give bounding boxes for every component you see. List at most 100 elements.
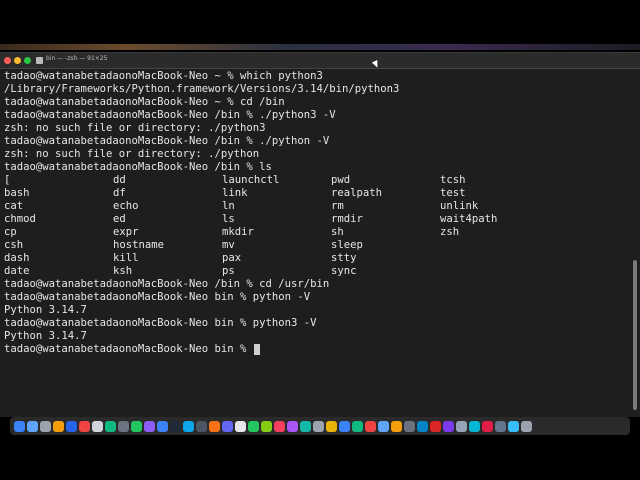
ls-entry: ls: [222, 213, 235, 225]
ls-output-row: cp expr mkdir sh zsh: [0, 226, 630, 239]
mouse-pointer-icon: [371, 60, 381, 69]
screen-bottom-bezel: [0, 436, 640, 480]
dock-app-icon[interactable]: [157, 420, 168, 432]
terminal-window[interactable]: bin — -zsh — 91×25 tadao@watanabetadaono…: [0, 52, 640, 417]
ls-entry: csh: [4, 239, 24, 251]
dock-app-icon[interactable]: [300, 420, 311, 432]
ls-entry: cp: [4, 226, 17, 238]
ls-entry: test: [440, 187, 466, 199]
scrollbar[interactable]: [632, 70, 638, 415]
dock-app-icon[interactable]: [456, 420, 467, 432]
terminal-line: Python 3.14.7: [4, 330, 87, 342]
terminal-line: zsh: no such file or directory: ./python…: [4, 122, 266, 134]
dock-app-icon[interactable]: [14, 420, 25, 432]
dock-app-icon[interactable]: [482, 420, 493, 432]
folder-icon: [36, 57, 43, 64]
dock-app-icon[interactable]: [40, 420, 51, 432]
minimize-button[interactable]: [14, 57, 21, 64]
ls-output-row: cat echo ln rm unlink: [0, 200, 630, 213]
dock-app-icon[interactable]: [469, 420, 480, 432]
dock-app-icon[interactable]: [378, 420, 389, 432]
ls-entry: rmdir: [331, 213, 363, 225]
ls-entry: hostname: [113, 239, 165, 251]
dock-app-icon[interactable]: [222, 420, 233, 432]
menu-bar: [0, 0, 640, 48]
ls-entry: sync: [331, 265, 357, 277]
dock-app-icon[interactable]: [404, 420, 415, 432]
dock-app-icon[interactable]: [365, 420, 376, 432]
dock-app-icon[interactable]: [495, 420, 506, 432]
dock-app-icon[interactable]: [92, 420, 103, 432]
ls-entry: bash: [4, 187, 30, 199]
dock-app-icon[interactable]: [521, 420, 532, 432]
dock-app-icon[interactable]: [235, 420, 246, 432]
dock-app-icon[interactable]: [27, 420, 38, 432]
close-button[interactable]: [4, 57, 11, 64]
ls-entry: ksh: [113, 265, 133, 277]
dock-app-icon[interactable]: [248, 420, 259, 432]
dock-app-icon[interactable]: [131, 420, 142, 432]
terminal-line: /Library/Frameworks/Python.framework/Ver…: [4, 83, 400, 95]
dock-app-icon[interactable]: [508, 420, 519, 432]
dock-app-icon[interactable]: [417, 420, 428, 432]
dock-app-icon[interactable]: [118, 420, 129, 432]
ls-output-row: date ksh ps sync: [0, 265, 630, 278]
dock-app-icon[interactable]: [170, 420, 181, 432]
terminal-line: zsh: no such file or directory: ./python: [4, 148, 260, 160]
terminal-line: tadao@watanabetadaonoMacBook-Neo /bin % …: [4, 161, 272, 173]
ls-entry: ln: [222, 200, 235, 212]
terminal-line: tadao@watanabetadaonoMacBook-Neo ~ % cd …: [4, 96, 285, 108]
dock-app-icon[interactable]: [144, 420, 155, 432]
ls-entry: expr: [113, 226, 139, 238]
terminal-line: tadao@watanabetadaonoMacBook-Neo bin % p…: [4, 291, 311, 303]
dock-app-icon[interactable]: [313, 420, 324, 432]
dock-app-icon[interactable]: [105, 420, 116, 432]
ls-entry: cat: [4, 200, 24, 212]
dock-app-icon[interactable]: [209, 420, 220, 432]
dock-app-icon[interactable]: [339, 420, 350, 432]
terminal-output[interactable]: tadao@watanabetadaonoMacBook-Neo ~ % whi…: [0, 70, 630, 415]
ls-output-row: [ dd launchctl pwd tcsh: [0, 174, 630, 187]
zoom-button[interactable]: [24, 57, 31, 64]
desktop-wallpaper-strip: [0, 44, 640, 50]
ls-entry: date: [4, 265, 30, 277]
dock-app-icon[interactable]: [183, 420, 194, 432]
ls-entry: kill: [113, 252, 139, 264]
dock-app-icon[interactable]: [196, 420, 207, 432]
ls-entry: echo: [113, 200, 139, 212]
scrollbar-thumb[interactable]: [633, 260, 637, 410]
dock-app-icon[interactable]: [261, 420, 272, 432]
ls-entry: realpath: [331, 187, 383, 199]
dock-app-icon[interactable]: [391, 420, 402, 432]
ls-entry: unlink: [440, 200, 479, 212]
dock-app-icon[interactable]: [66, 420, 77, 432]
dock-app-icon[interactable]: [79, 420, 90, 432]
dock-app-icon[interactable]: [53, 420, 64, 432]
terminal-line: Python 3.14.7: [4, 304, 87, 316]
ls-entry: pwd: [331, 174, 351, 186]
ls-entry: launchctl: [222, 174, 280, 186]
terminal-line: tadao@watanabetadaonoMacBook-Neo /bin % …: [4, 278, 330, 290]
ls-entry: sh: [331, 226, 344, 238]
ls-entry: ed: [113, 213, 126, 225]
dock-app-icon[interactable]: [326, 420, 337, 432]
current-prompt: tadao@watanabetadaonoMacBook-Neo bin %: [4, 343, 253, 355]
ls-entry: [440, 239, 549, 252]
window-titlebar[interactable]: bin — -zsh — 91×25: [0, 53, 640, 69]
ls-entry: sleep: [331, 239, 363, 251]
terminal-line: tadao@watanabetadaonoMacBook-Neo ~ % whi…: [4, 70, 323, 82]
dock-app-icon[interactable]: [274, 420, 285, 432]
text-cursor: [253, 344, 260, 355]
ls-entry: stty: [331, 252, 357, 264]
ls-entry: [440, 265, 549, 278]
ls-entry: link: [222, 187, 248, 199]
dock-app-icon[interactable]: [443, 420, 454, 432]
dock-app-icon[interactable]: [287, 420, 298, 432]
ls-output-row: chmod ed ls rmdir wait4path: [0, 213, 630, 226]
terminal-line: tadao@watanabetadaonoMacBook-Neo bin % p…: [4, 317, 317, 329]
dock-app-icon[interactable]: [352, 420, 363, 432]
window-title: bin — -zsh — 91×25: [46, 55, 108, 62]
dock-app-icon[interactable]: [430, 420, 441, 432]
ls-entry: pax: [222, 252, 242, 264]
current-prompt-line[interactable]: tadao@watanabetadaonoMacBook-Neo bin %: [0, 343, 630, 356]
